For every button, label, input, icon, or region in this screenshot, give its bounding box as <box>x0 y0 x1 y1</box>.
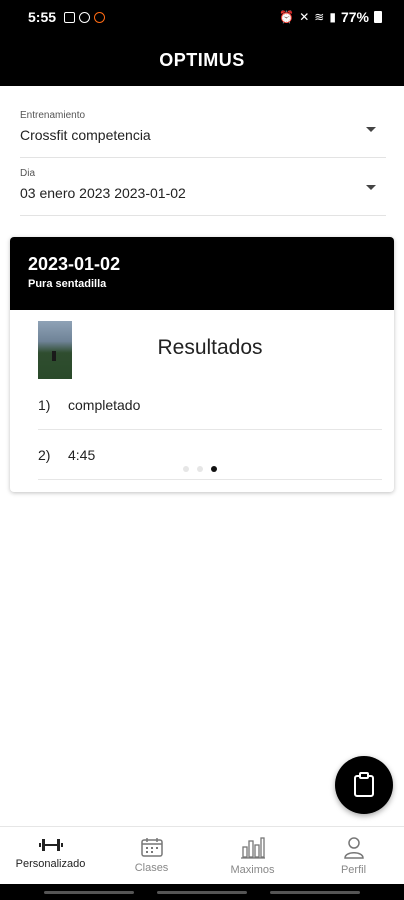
pagination-dot[interactable] <box>197 466 203 472</box>
signal-icon: ▮ <box>329 10 336 24</box>
nav-item-personalizado[interactable]: Personalizado <box>0 827 101 884</box>
dumbbell-icon <box>38 839 63 851</box>
status-bar: 5:55 ⏰ ✕ ≋ ▮ 77% <box>0 0 404 34</box>
recents-gesture[interactable] <box>44 890 134 894</box>
result-text: 4:45 <box>68 446 96 463</box>
result-row: 1) completado <box>38 380 382 430</box>
training-select[interactable]: Entrenamiento Crossfit competencia <box>20 110 386 158</box>
nav-label: Maximos <box>230 864 275 876</box>
bottom-navigation: Personalizado Clases Maximos Perfil <box>0 826 404 884</box>
result-number: 2) <box>38 446 51 463</box>
notification-icons <box>64 11 106 23</box>
mute-icon: ✕ <box>299 10 310 24</box>
wifi-icon: ≋ <box>314 10 325 24</box>
battery-icon <box>374 11 382 23</box>
system-icons: ⏰ ✕ ≋ ▮ 77% <box>279 9 382 25</box>
pagination-dot-active[interactable] <box>211 466 217 472</box>
whatsapp-icon <box>79 11 91 23</box>
home-gesture[interactable] <box>157 890 247 894</box>
day-select-value: 03 enero 2023 2023-01-02 <box>20 185 186 201</box>
workout-card[interactable]: 2023-01-02 Pura sentadilla Resultados 1)… <box>10 237 394 492</box>
app-notification-icon <box>94 11 106 23</box>
card-subtitle: Pura sentadilla <box>28 278 107 290</box>
nav-label: Personalizado <box>15 858 86 870</box>
nav-label: Clases <box>134 862 169 874</box>
calendar-icon <box>140 838 163 857</box>
clipboard-fab-button[interactable] <box>335 756 393 814</box>
screen: 5:55 ⏰ ✕ ≋ ▮ 77% OPTIMUS Entrenamiento C… <box>0 0 404 900</box>
person-icon <box>343 837 364 859</box>
training-select-label: Entrenamiento <box>20 110 86 121</box>
pagination-dots[interactable] <box>183 466 217 472</box>
gallery-icon <box>64 11 76 23</box>
card-header: 2023-01-02 Pura sentadilla <box>10 237 394 310</box>
nav-item-maximos[interactable]: Maximos <box>202 827 303 884</box>
training-select-value: Crossfit competencia <box>20 127 151 143</box>
nav-item-perfil[interactable]: Perfil <box>303 827 404 884</box>
result-text: completado <box>68 396 141 413</box>
result-number: 1) <box>38 396 51 413</box>
nav-item-clases[interactable]: Clases <box>101 827 202 884</box>
clipboard-icon <box>354 772 374 797</box>
chevron-down-icon[interactable] <box>366 127 376 132</box>
battery-percent: 77% <box>340 9 369 25</box>
pagination-dot[interactable] <box>183 466 189 472</box>
system-gesture-bar <box>0 884 404 900</box>
alarm-icon: ⏰ <box>279 10 295 24</box>
day-select[interactable]: Dia 03 enero 2023 2023-01-02 <box>20 168 386 216</box>
back-gesture[interactable] <box>270 890 360 894</box>
chevron-down-icon[interactable] <box>366 185 376 190</box>
nav-label: Perfil <box>340 864 367 876</box>
day-select-label: Dia <box>20 168 36 179</box>
status-time: 5:55 <box>28 9 57 25</box>
results-title: Resultados <box>157 336 263 359</box>
app-bar: OPTIMUS <box>0 34 404 86</box>
bar-chart-icon <box>240 837 265 859</box>
result-row: 2) 4:45 <box>38 430 382 480</box>
app-title: OPTIMUS <box>159 49 245 70</box>
card-date: 2023-01-02 <box>28 254 121 274</box>
